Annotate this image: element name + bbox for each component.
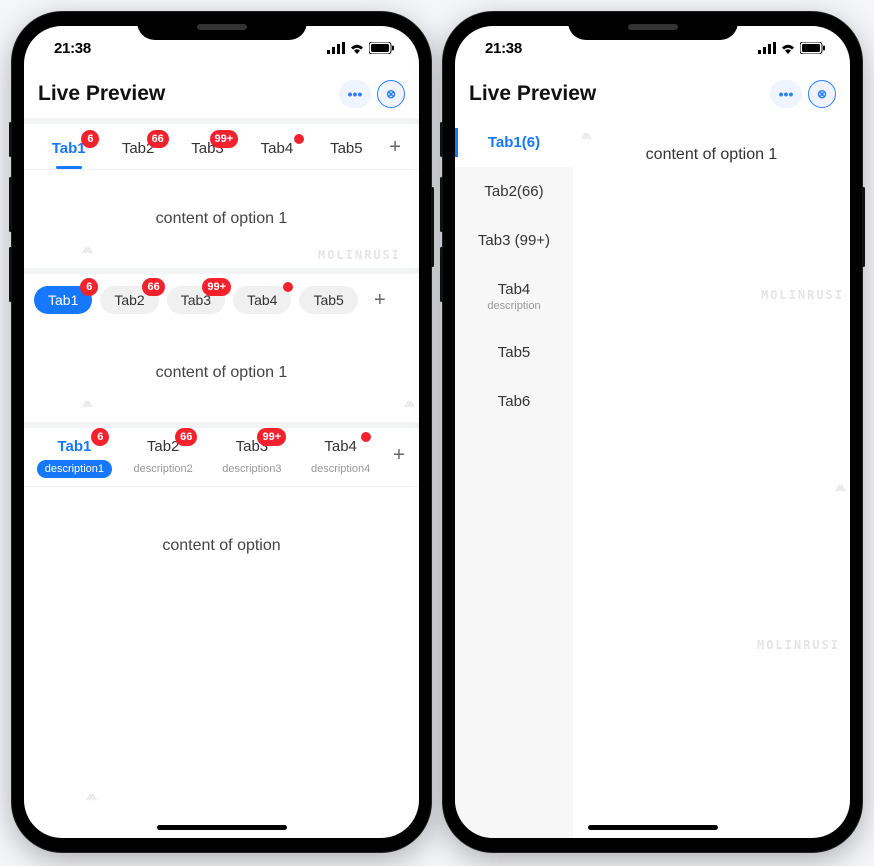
tabs-line: Tab16 Tab266 Tab399+ Tab4 Tab5 + [24, 124, 419, 170]
tab-2[interactable]: Tab266 [103, 132, 172, 169]
watermark-icon: ⩕ [835, 478, 846, 495]
tab-content: content of option 1 ⩕ ⩕ [24, 324, 419, 422]
vert-tab-1[interactable]: Tab1(6) [455, 118, 573, 167]
watermark-text: MOLINRUSI [318, 248, 401, 262]
vert-tab-6[interactable]: Tab6 [455, 377, 573, 426]
badge-dot [361, 432, 371, 442]
tab-5[interactable]: Tab5 [312, 132, 381, 169]
pill-4[interactable]: Tab4 [233, 286, 291, 314]
signal-icon [758, 42, 776, 54]
signal-icon [327, 42, 345, 54]
status-bar: 21:38 [455, 26, 850, 70]
watermark-icon: ⩕ [581, 126, 592, 143]
watermark-icon: ⩕ [82, 394, 93, 411]
status-bar: 21:38 [24, 26, 419, 70]
badge: 99+ [210, 130, 239, 148]
close-button[interactable]: ⊗ [808, 80, 836, 108]
more-button[interactable]: ••• [339, 80, 371, 108]
tabs-pills: Tab16 Tab266 Tab399+ Tab4 Tab5 + [24, 274, 419, 324]
badge: 99+ [202, 278, 231, 296]
phone-frame-left: 21:38 Live Preview ••• ⊗ Tab16 Tab266 Ta… [12, 12, 431, 852]
desc-tab-3[interactable]: Tab399+ description3 [208, 438, 297, 478]
tab-content: content of option 1 ⩕ MOLINRUSI [24, 170, 419, 268]
status-time: 21:38 [485, 40, 522, 57]
badge: 66 [175, 428, 197, 446]
pill-5[interactable]: Tab5 [299, 286, 357, 314]
badge: 6 [81, 130, 99, 148]
home-indicator [588, 825, 718, 830]
badge: 66 [147, 130, 169, 148]
phone-frame-right: 21:38 Live Preview ••• ⊗ Tab1(6) Tab2(66… [443, 12, 862, 852]
badge: 6 [91, 428, 109, 446]
add-tab-button[interactable]: + [366, 289, 394, 312]
wifi-icon [780, 42, 796, 54]
pill-2[interactable]: Tab266 [100, 286, 158, 314]
add-tab-button[interactable]: + [385, 444, 413, 473]
badge: 66 [142, 278, 164, 296]
tab-1[interactable]: Tab16 [34, 132, 103, 169]
desc-tab-4[interactable]: Tab4 description4 [296, 438, 385, 478]
vert-tab-5[interactable]: Tab5 [455, 328, 573, 377]
vert-tab-4[interactable]: Tab4description [455, 265, 573, 328]
close-button[interactable]: ⊗ [377, 80, 405, 108]
tab-4[interactable]: Tab4 [242, 132, 311, 169]
vertical-tab-content: content of option 1 ⩕ MOLINRUSI ⩕ MOLINR… [573, 118, 850, 838]
tab-3[interactable]: Tab399+ [173, 132, 242, 169]
status-time: 21:38 [54, 40, 91, 57]
watermark-text: MOLINRUSI [761, 288, 844, 302]
badge-dot [283, 282, 293, 292]
desc-tab-1[interactable]: Tab16 description1 [30, 438, 119, 478]
watermark-text: MOLINRUSI [757, 638, 840, 652]
tab-content: content of option [24, 487, 419, 605]
watermark-icon: ⩕ [82, 240, 93, 257]
wifi-icon [349, 42, 365, 54]
pill-3[interactable]: Tab399+ [167, 286, 225, 314]
app-header: Live Preview ••• ⊗ [455, 70, 850, 118]
badge: 6 [80, 278, 98, 296]
page-title: Live Preview [38, 82, 165, 106]
app-header: Live Preview ••• ⊗ [24, 70, 419, 118]
vert-tab-2[interactable]: Tab2(66) [455, 167, 573, 216]
watermark-icon: ⩕ [404, 394, 415, 411]
battery-icon [800, 42, 826, 54]
page-title: Live Preview [469, 82, 596, 106]
vertical-tabs: Tab1(6) Tab2(66) Tab3 (99+) Tab4descript… [455, 118, 573, 838]
tabs-with-desc: Tab16 description1 Tab266 description2 T… [24, 428, 419, 487]
more-button[interactable]: ••• [770, 80, 802, 108]
add-tab-button[interactable]: + [381, 136, 409, 165]
home-indicator [157, 825, 287, 830]
badge-dot [294, 134, 304, 144]
badge: 99+ [257, 428, 286, 446]
desc-tab-2[interactable]: Tab266 description2 [119, 438, 208, 478]
vert-tab-3[interactable]: Tab3 (99+) [455, 216, 573, 265]
pill-1[interactable]: Tab16 [34, 286, 92, 314]
watermark-icon: ⩕ [86, 787, 97, 804]
battery-icon [369, 42, 395, 54]
